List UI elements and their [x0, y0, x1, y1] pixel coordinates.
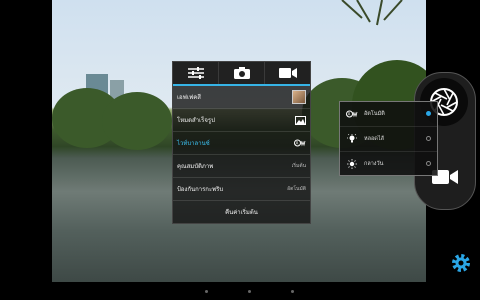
- wb-option-label: กลางวัน: [364, 161, 384, 167]
- sliders-icon: [187, 67, 204, 79]
- menu-row-label: ป้องกันการกะพริบ: [177, 186, 224, 193]
- wb-option-incandescent[interactable]: หลอดไส้: [340, 127, 437, 152]
- image-icon: [295, 115, 306, 125]
- tab-settings[interactable]: [173, 62, 219, 84]
- wb-radio[interactable]: [426, 161, 431, 166]
- menu-row-picture-quality[interactable]: คุณสมบัติภาพ เริ่มต้น: [173, 155, 310, 178]
- camera-settings-menu: เอฟเฟคสี โหมดสำเร็จรูป ไวท์บาลานซ์ A คุณ…: [172, 61, 311, 224]
- nav-dot-icon[interactable]: [205, 290, 208, 293]
- svg-text:A: A: [348, 112, 351, 117]
- menu-row-label: คุณสมบัติภาพ: [177, 163, 214, 170]
- palm-leaves-icon: [341, 0, 403, 26]
- wb-radio-selected[interactable]: [426, 111, 431, 116]
- tab-video[interactable]: [265, 62, 310, 84]
- tab-camera[interactable]: [219, 62, 265, 84]
- menu-row-color-effect[interactable]: เอฟเฟคสี: [173, 86, 310, 109]
- nav-dot-icon[interactable]: [248, 290, 251, 293]
- menu-row-label: ไวท์บาลานซ์: [177, 140, 210, 147]
- menu-row-value: เริ่มต้น: [291, 163, 306, 169]
- svg-text:A: A: [296, 141, 299, 146]
- wb-option-label: อัตโนมัติ: [364, 111, 385, 117]
- wb-radio[interactable]: [426, 136, 431, 141]
- reset-defaults-button[interactable]: คืนค่าเริ่มต้น: [173, 201, 310, 222]
- awb-icon: A: [346, 110, 358, 118]
- settings-gear-button[interactable]: [450, 252, 472, 274]
- menu-row-value: อัตโนมัติ: [287, 186, 306, 192]
- nav-dot-icon[interactable]: [291, 290, 294, 293]
- white-balance-submenu: A อัตโนมัติ หลอดไส้ กลางวัน: [339, 101, 438, 176]
- camera-icon: [233, 67, 250, 79]
- awb-icon: A: [294, 139, 306, 147]
- menu-row-scene-mode[interactable]: โหมดสำเร็จรูป: [173, 109, 310, 132]
- daylight-icon: [347, 159, 357, 169]
- menu-row-anti-flicker[interactable]: ป้องกันการกะพริบ อัตโนมัติ: [173, 178, 310, 201]
- system-navigation-bar: [0, 282, 480, 300]
- incandescent-icon: [347, 134, 357, 143]
- menu-tab-bar: [173, 62, 310, 86]
- menu-row-label: โหมดสำเร็จรูป: [177, 117, 215, 124]
- menu-row-label: เอฟเฟคสี: [177, 94, 201, 101]
- reset-defaults-label: คืนค่าเริ่มต้น: [225, 208, 258, 216]
- menu-row-white-balance[interactable]: ไวท์บาลานซ์ A: [173, 132, 310, 155]
- video-camera-icon: [278, 68, 297, 78]
- gear-icon: [452, 254, 470, 272]
- wb-option-daylight[interactable]: กลางวัน: [340, 152, 437, 176]
- wb-option-auto[interactable]: A อัตโนมัติ: [340, 102, 437, 127]
- wb-option-label: หลอดไส้: [364, 136, 384, 142]
- tree: [102, 92, 172, 150]
- left-black-bar: [0, 0, 52, 282]
- color-effect-thumbnail: [292, 90, 306, 104]
